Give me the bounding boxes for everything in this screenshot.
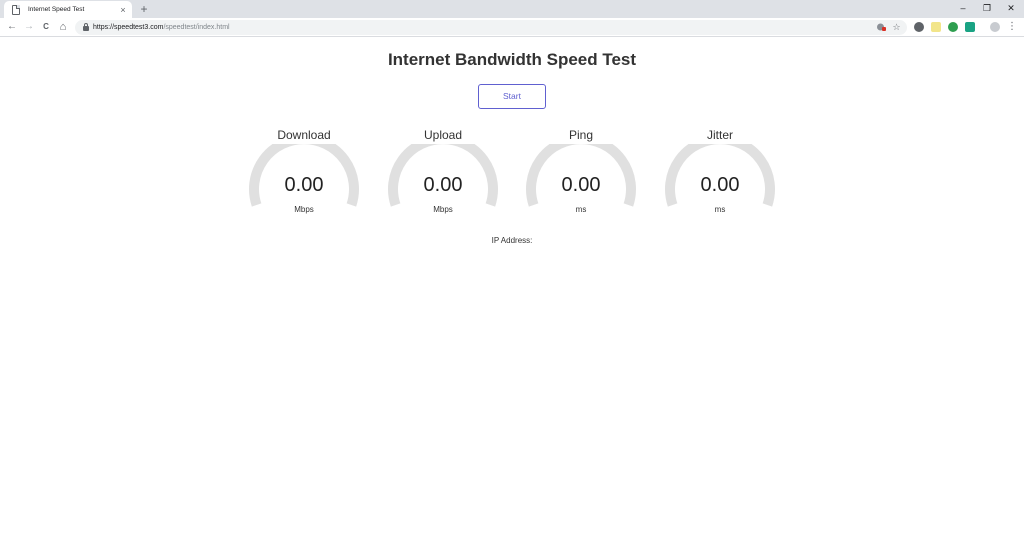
tab-strip: Internet Speed Test × + – ❐ ✕ — [0, 0, 1024, 18]
gauge-ping: Ping 0.00 ms — [525, 128, 637, 224]
page-content: Internet Bandwidth Speed Test Start Down… — [0, 38, 1024, 550]
back-button[interactable]: ← — [5, 20, 19, 34]
gauge-value: 0.00 — [700, 174, 740, 196]
home-button[interactable]: ⌂ — [56, 20, 70, 34]
gauge-value: 0.00 — [561, 174, 601, 196]
gauge-label: Jitter — [706, 128, 733, 142]
restore-button[interactable]: ❐ — [974, 0, 1000, 18]
profile-avatar-icon[interactable] — [990, 22, 1000, 32]
url-host: https://speedtest3.com — [93, 24, 164, 31]
star-icon[interactable]: ☆ — [891, 22, 902, 33]
gauge-upload: Upload 0.00 Mbps — [387, 128, 499, 224]
start-button[interactable]: Start — [478, 84, 546, 109]
menu-kebab-icon[interactable]: ⋮ — [1005, 20, 1019, 34]
tab-close-icon[interactable]: × — [116, 5, 130, 15]
gauge-jitter: Jitter 0.00 ms — [664, 128, 776, 224]
gauge-label: Ping — [568, 128, 594, 142]
tab-title: Internet Speed Test — [28, 6, 85, 13]
gauge-unit: ms — [714, 205, 726, 214]
gauge-download: Download 0.00 Mbps — [248, 128, 360, 224]
address-bar[interactable]: https://speedtest3.com/speedtest/index.h… — [75, 20, 907, 35]
reload-button[interactable]: C — [39, 20, 53, 34]
page-title: Internet Bandwidth Speed Test — [387, 50, 637, 69]
gauge-value: 0.00 — [423, 174, 463, 196]
extension-teal-icon[interactable] — [965, 22, 975, 32]
minimize-button[interactable]: – — [950, 0, 976, 18]
gauge-label: Upload — [423, 128, 463, 142]
gauge-value: 0.00 — [284, 174, 324, 196]
lock-icon[interactable] — [83, 23, 89, 31]
gauge-unit: ms — [575, 205, 587, 214]
url-path: /speedtest/index.html — [163, 24, 230, 31]
extension-note-icon[interactable] — [931, 22, 941, 32]
new-tab-button[interactable]: + — [137, 1, 151, 17]
cookie-blocked-icon[interactable] — [875, 22, 886, 33]
address-url[interactable]: https://speedtest3.com/speedtest/index.h… — [93, 22, 230, 33]
page-icon — [12, 4, 20, 15]
tab-internet-speed-test[interactable]: Internet Speed Test × — [4, 1, 132, 18]
forward-button[interactable]: → — [22, 20, 36, 34]
gauge-unit: Mbps — [433, 205, 453, 214]
ip-address-label: IP Address: — [491, 236, 533, 245]
browser-toolbar: ← → C ⌂ https://speedtest3.com/speedtest… — [0, 18, 1024, 37]
gauge-unit: Mbps — [294, 205, 314, 214]
gauge-label: Download — [277, 128, 331, 142]
extension-globe-icon[interactable] — [914, 22, 924, 32]
extension-green-icon[interactable] — [948, 22, 958, 32]
close-window-button[interactable]: ✕ — [998, 0, 1024, 18]
